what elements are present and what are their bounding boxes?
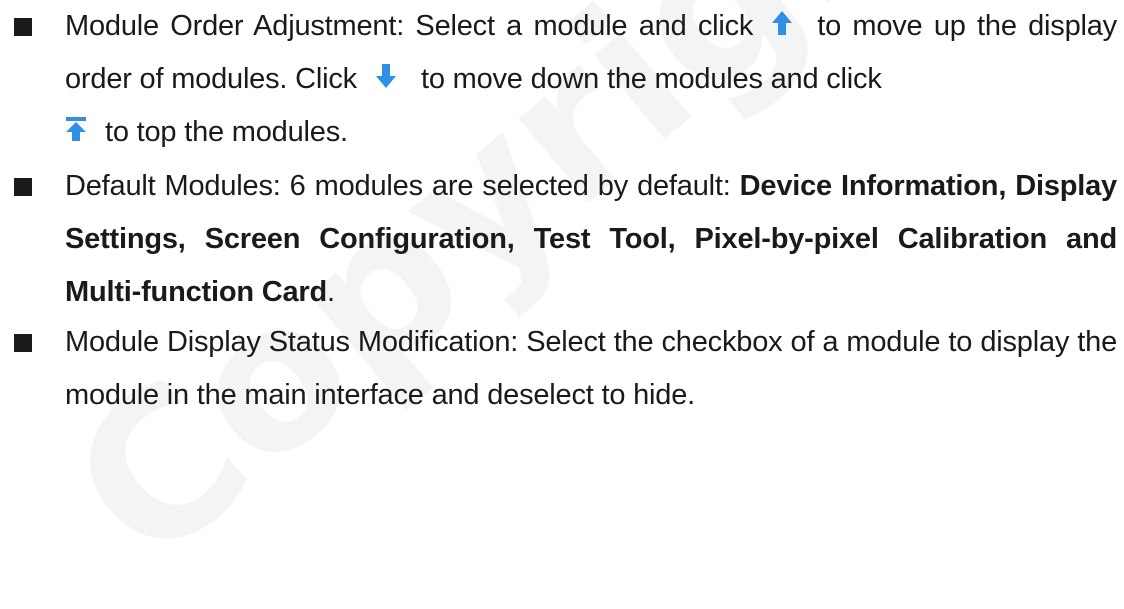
module-order-text-1: Module Order Adjustment: Select a module… [65, 10, 754, 42]
arrow-down-icon [375, 63, 397, 89]
arrow-to-top-icon [65, 116, 87, 142]
module-order-paragraph: Module Order Adjustment: Select a module… [65, 0, 1117, 159]
module-order-text-3: to move down the modules and click [420, 63, 882, 95]
arrow-up-icon [771, 10, 793, 36]
display-status-paragraph: Module Display Status Modification: Sele… [65, 326, 1117, 411]
default-modules-paragraph: Default Modules: 6 modules are selected … [65, 160, 1117, 319]
default-modules-end: . [327, 276, 335, 308]
module-order-text-4: to top the modules. [105, 116, 348, 148]
bullet-marker [14, 18, 32, 36]
bullet-marker [14, 178, 32, 196]
default-modules-lead: Default Modules: 6 modules are selected … [65, 170, 731, 202]
bullet-marker [14, 334, 32, 352]
